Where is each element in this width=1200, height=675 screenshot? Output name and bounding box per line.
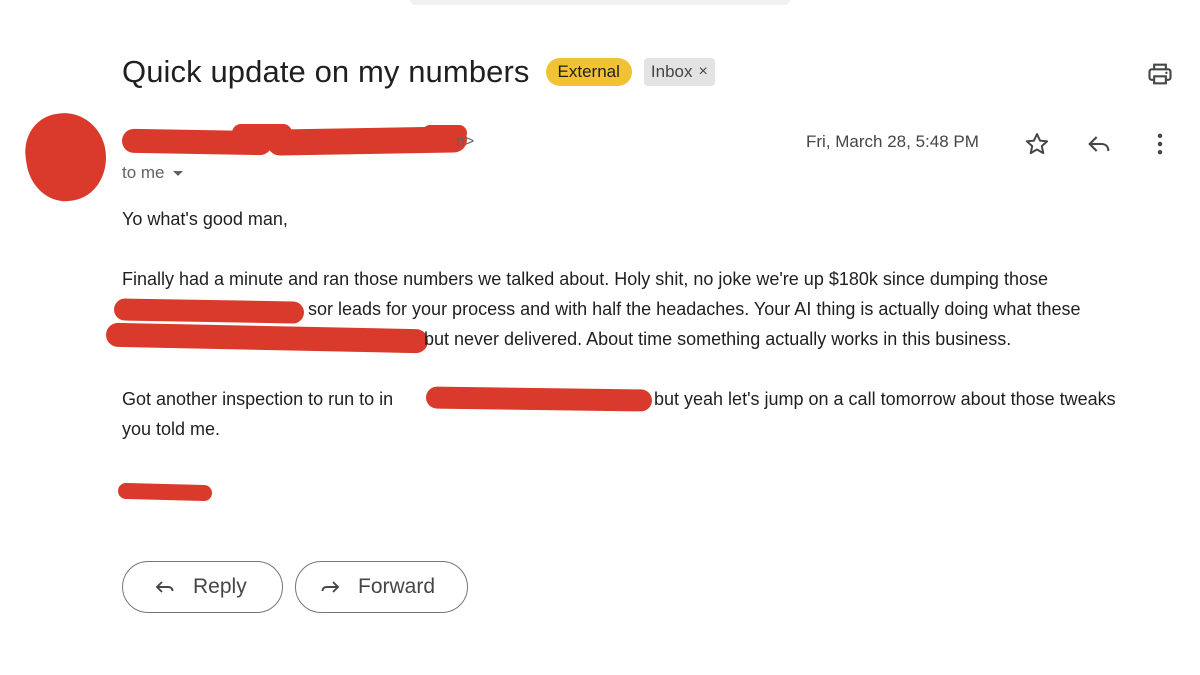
body-paragraph-1: Finally had a minute and ran those numbe… <box>105 264 1182 354</box>
redaction-block <box>105 322 429 354</box>
print-icon[interactable] <box>1146 60 1174 88</box>
recipient-details-toggle[interactable]: to me <box>122 163 183 183</box>
avatar-redacted <box>20 107 112 207</box>
email-date: Fri, March 28, 5:48 PM <box>806 132 979 151</box>
body-line: Finally had a minute and ran those numbe… <box>122 269 1048 289</box>
reply-button[interactable]: Reply <box>122 561 283 613</box>
body-text-fragment: but never delivered. About time somethin… <box>424 329 1012 349</box>
inbox-label-chip[interactable]: Inbox × <box>643 58 715 86</box>
forward-button[interactable]: Forward <box>295 561 468 613</box>
sender-name-redacted <box>121 124 482 158</box>
reply-icon[interactable] <box>1085 130 1113 158</box>
external-badge: External <box>545 58 632 86</box>
star-icon[interactable] <box>1023 130 1051 158</box>
reply-icon <box>155 581 174 593</box>
body-line-redacted: but never delivered. About time somethin… <box>105 322 1182 354</box>
inbox-label-text: Inbox <box>650 62 693 81</box>
redaction-block <box>425 386 653 412</box>
body-line-redacted: Got another inspection to run to in but … <box>122 384 1182 414</box>
body-line: you told me. <box>122 419 221 439</box>
greeting-paragraph: Yo what's good man, <box>122 209 288 229</box>
top-bar-shadow <box>410 0 790 5</box>
reply-button-label: Reply <box>193 575 247 598</box>
to-me-label: to me <box>122 163 165 182</box>
more-vert-icon[interactable] <box>1146 130 1174 158</box>
signature-redacted <box>117 474 1182 504</box>
chevron-down-icon <box>172 170 183 176</box>
email-view: Quick update on my numbers External Inbo… <box>0 0 1200 675</box>
sender-email-suffix: n> <box>456 133 475 150</box>
remove-label-icon[interactable]: × <box>699 62 708 82</box>
redaction-block <box>117 482 213 502</box>
body-paragraph-2: Got another inspection to run to in but … <box>122 384 1182 444</box>
email-body: Yo what's good man, Finally had a minute… <box>105 204 1182 504</box>
body-line-redacted: sor leads for your process and with half… <box>113 294 1182 324</box>
body-text-fragment: sor leads for your process and with half… <box>308 299 1081 319</box>
body-text-fragment: but yeah let's jump on a call tomorrow a… <box>654 389 1116 409</box>
body-text-fragment: Got another inspection to run to in <box>122 389 394 409</box>
forward-button-label: Forward <box>358 575 436 598</box>
forward-icon <box>321 581 340 593</box>
subject-row: Quick update on my numbers External Inbo… <box>122 54 715 90</box>
email-subject: Quick update on my numbers <box>122 54 530 89</box>
